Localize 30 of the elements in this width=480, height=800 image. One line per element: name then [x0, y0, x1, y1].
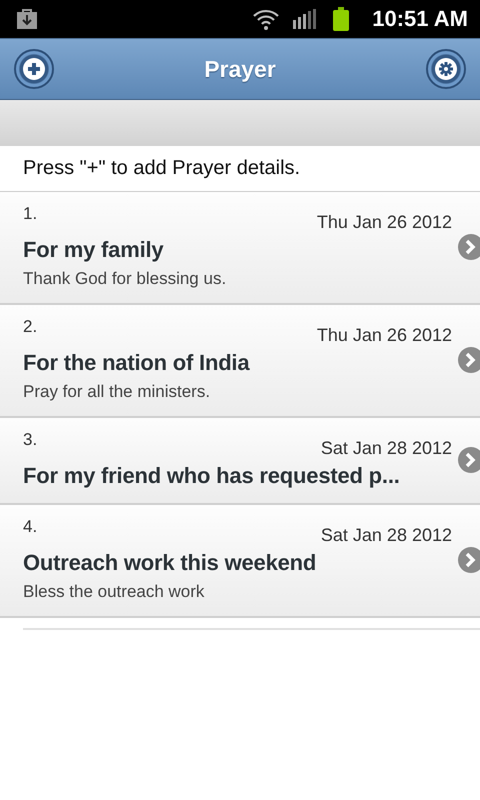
wifi-icon	[252, 8, 280, 30]
item-note: Pray for all the ministers.	[23, 382, 212, 402]
download-icon	[16, 8, 38, 30]
chevron-icon	[458, 546, 480, 572]
item-title: For my family	[23, 237, 164, 263]
chevron-icon	[458, 346, 480, 372]
item-note: Thank God for blessing us.	[23, 269, 228, 289]
chevron-icon	[458, 234, 480, 260]
signal-icon	[292, 8, 318, 30]
add-button[interactable]	[14, 49, 54, 89]
item-date: Thu Jan 26 2012	[316, 325, 452, 346]
item-date: Sat Jan 28 2012	[320, 525, 452, 546]
item-number: 1.	[23, 204, 38, 224]
item-date: Thu Jan 26 2012	[316, 212, 452, 233]
hint-text: Press "+" to add Prayer details.	[23, 157, 300, 179]
battery-icon	[332, 7, 350, 31]
item-title: For my friend who has requested p...	[23, 463, 401, 489]
plus-icon	[23, 58, 45, 80]
item-number: 3.	[23, 430, 38, 450]
screen-title: Prayer	[204, 56, 276, 82]
gear-icon	[435, 58, 457, 80]
item-title: For the nation of India	[23, 350, 251, 376]
item-number: 4.	[23, 517, 38, 537]
chevron-icon	[458, 446, 480, 472]
item-number: 2.	[23, 317, 38, 337]
item-title: Outreach work this weekend	[23, 550, 318, 576]
settings-button[interactable]	[426, 49, 466, 89]
status-time: 10:51 AM	[372, 6, 468, 32]
item-date: Sat Jan 28 2012	[320, 438, 452, 459]
item-note: Bless the outreach work	[23, 582, 206, 602]
